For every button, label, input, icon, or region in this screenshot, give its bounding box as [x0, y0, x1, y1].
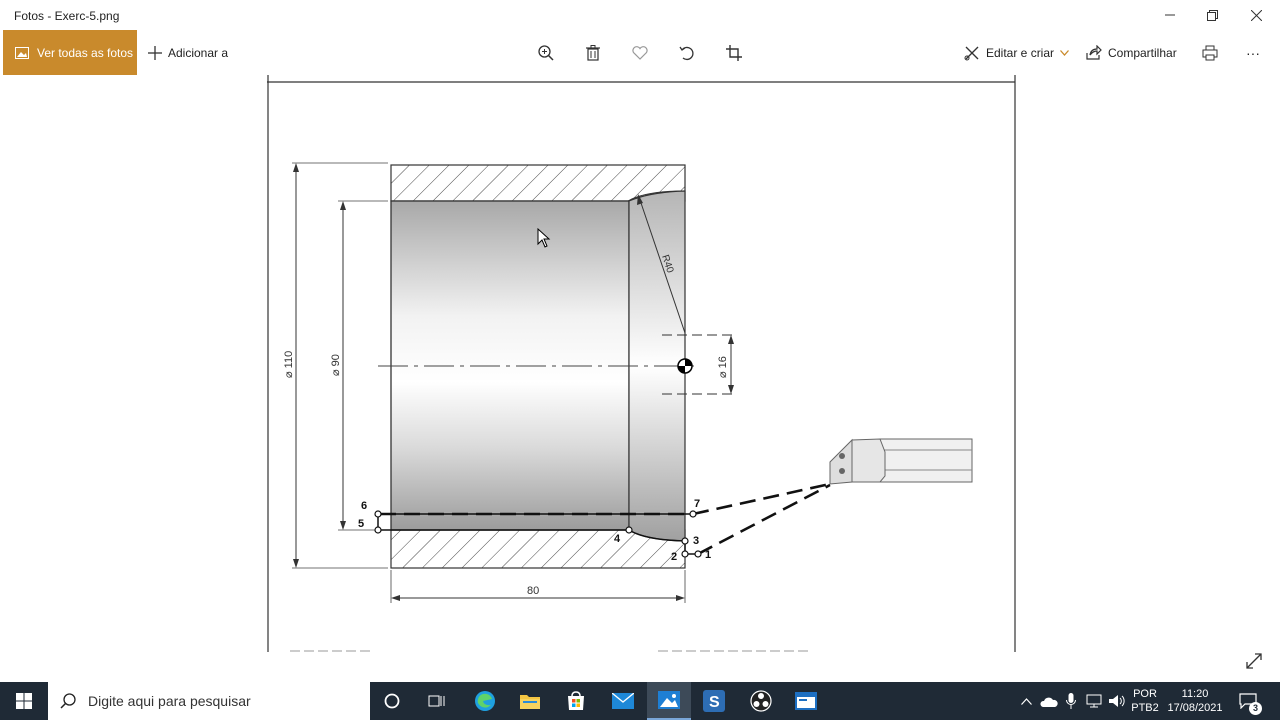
print-icon — [1202, 45, 1218, 61]
sketchup-icon: S — [703, 690, 725, 712]
notification-badge: 3 — [1249, 702, 1262, 715]
store-icon — [568, 691, 584, 710]
edit-create-icon — [964, 46, 979, 60]
technical-drawing: ⌀ 110 ⌀ 90 ⌀ 16 R40 80 1 2 3 4 5 6 7 — [267, 75, 1016, 652]
taskbar-mail[interactable] — [603, 686, 643, 716]
plus-icon — [148, 45, 162, 60]
dim-label-d110: ⌀ 110 — [283, 351, 295, 378]
chevron-down-icon — [1060, 49, 1070, 56]
taskbar-file-explorer[interactable] — [510, 686, 550, 716]
photos-icon — [658, 691, 680, 709]
zoom-in-icon — [538, 45, 554, 61]
windows-icon — [16, 693, 32, 709]
title-bar: Fotos - Exerc-5.png — [0, 0, 1280, 30]
point-label-7: 7 — [694, 498, 700, 510]
folder-icon — [520, 695, 540, 709]
mail-icon — [612, 693, 634, 709]
chevron-up-icon — [1020, 697, 1032, 705]
close-icon — [1250, 9, 1262, 21]
all-photos-label: Ver todas as fotos — [37, 45, 134, 60]
point-label-6: 6 — [361, 500, 367, 512]
onedrive-tray[interactable] — [1038, 686, 1060, 716]
toolpath-approach-7 — [692, 482, 831, 516]
obs-icon — [750, 690, 772, 712]
close-button[interactable] — [1234, 0, 1278, 30]
volume-tray[interactable] — [1106, 686, 1128, 716]
task-view-button[interactable] — [417, 686, 457, 716]
edge-icon — [475, 691, 495, 711]
more-options-button[interactable]: ··· — [1246, 30, 1260, 75]
taskbar-photos[interactable] — [647, 682, 691, 720]
taskbar-obs[interactable] — [741, 686, 781, 716]
keyboard-layout: PTB2 — [1131, 702, 1159, 714]
app-window-icon — [795, 692, 817, 710]
point-label-4: 4 — [614, 533, 621, 545]
task-view-icon — [428, 695, 445, 707]
minimize-button[interactable] — [1148, 0, 1192, 30]
clock-time: 11:20 — [1181, 688, 1209, 700]
photo-icon — [15, 46, 29, 59]
favorite-button[interactable] — [627, 40, 653, 66]
cortana-button[interactable] — [372, 686, 412, 716]
zoom-button[interactable] — [533, 40, 559, 66]
clock[interactable]: 11:20 17/08/2021 — [1164, 687, 1226, 715]
language-code: POR — [1133, 688, 1157, 700]
trash-icon — [586, 45, 600, 61]
all-photos-button[interactable]: Ver todas as fotos — [3, 30, 137, 75]
taskbar-search[interactable]: Digite aqui para pesquisar — [48, 682, 370, 720]
taskbar-store[interactable] — [556, 686, 596, 716]
point-label-5: 5 — [358, 518, 364, 530]
restore-icon — [1206, 9, 1218, 21]
rotate-icon — [679, 46, 694, 61]
add-to-label: Adicionar a — [168, 45, 229, 60]
expand-icon — [1246, 653, 1262, 669]
rotate-button[interactable] — [674, 40, 700, 66]
taskbar-sketchup[interactable]: S — [694, 686, 734, 716]
point-label-3: 3 — [693, 535, 699, 547]
network-tray[interactable] — [1083, 686, 1105, 716]
network-icon — [1086, 694, 1102, 708]
start-button[interactable] — [0, 682, 48, 720]
crop-button[interactable] — [721, 40, 747, 66]
dim-label-d90: ⌀ 90 — [330, 354, 342, 376]
taskbar-edge[interactable] — [465, 686, 505, 716]
notification-center-button[interactable]: 3 — [1232, 686, 1264, 716]
microphone-tray[interactable] — [1061, 686, 1081, 716]
edit-create-label: Editar e criar — [986, 45, 1055, 60]
svg-text:S: S — [709, 694, 720, 711]
clock-date: 17/08/2021 — [1167, 702, 1223, 714]
share-label: Compartilhar — [1108, 45, 1177, 60]
edit-create-button[interactable]: Editar e criar — [964, 30, 1070, 75]
cortana-icon — [384, 693, 400, 709]
restore-button[interactable] — [1190, 0, 1234, 30]
point-label-2: 2 — [671, 551, 677, 563]
image-viewer[interactable]: ⌀ 110 ⌀ 90 ⌀ 16 R40 80 1 2 3 4 5 6 7 — [0, 75, 1280, 682]
search-placeholder: Digite aqui para pesquisar — [88, 693, 251, 709]
taskbar: Digite aqui para pesquisar S POR PTB2 11… — [0, 682, 1280, 720]
heart-icon — [632, 46, 648, 60]
minimize-icon — [1165, 14, 1175, 16]
photos-toolbar: Ver todas as fotos Adicionar a Editar e … — [0, 30, 1280, 75]
share-icon — [1086, 45, 1102, 60]
delete-button[interactable] — [580, 40, 606, 66]
crop-icon — [726, 45, 742, 61]
taskbar-app[interactable] — [786, 686, 826, 716]
more-icon: ··· — [1246, 44, 1260, 61]
boring-tool — [829, 438, 973, 485]
dim-label-d16: ⌀ 16 — [717, 356, 729, 378]
speaker-icon — [1109, 695, 1125, 707]
microphone-icon — [1066, 693, 1076, 709]
fullscreen-button[interactable] — [1243, 650, 1265, 672]
toolpath-approach-1 — [697, 483, 831, 556]
add-to-button[interactable]: Adicionar a — [148, 30, 228, 75]
point-label-1: 1 — [705, 549, 711, 561]
dim-label-80: 80 — [527, 585, 539, 597]
print-button[interactable] — [1197, 40, 1223, 66]
input-language[interactable]: POR PTB2 — [1130, 687, 1160, 715]
cloud-icon — [1040, 697, 1058, 707]
window-title: Fotos - Exerc-5.png — [14, 9, 120, 23]
tray-overflow-button[interactable] — [1016, 686, 1036, 716]
share-button[interactable]: Compartilhar — [1086, 30, 1177, 75]
search-icon — [60, 693, 76, 709]
